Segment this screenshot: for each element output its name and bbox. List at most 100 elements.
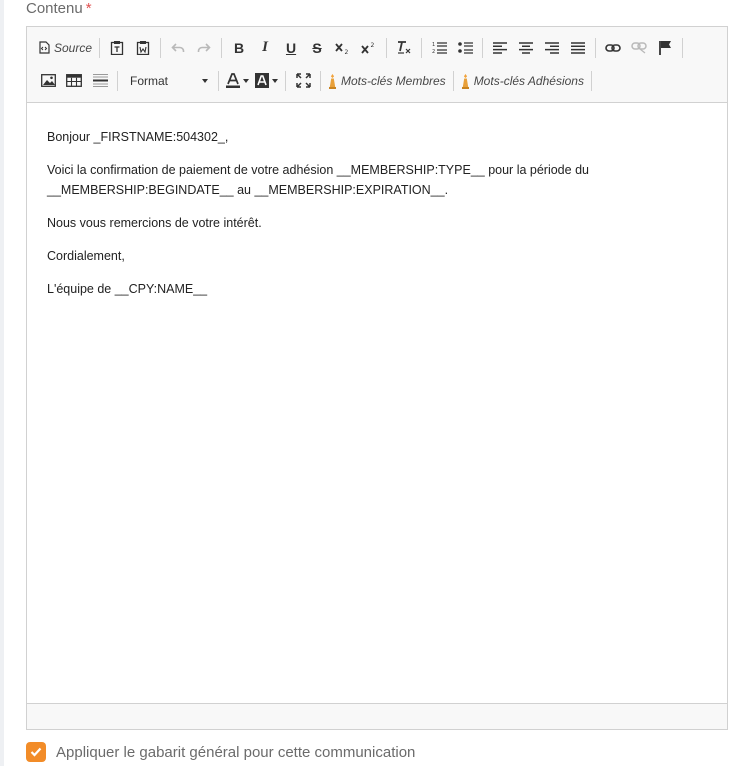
numbered-list-button[interactable]: 12 [426, 35, 452, 61]
content-field-label: Contenu * [26, 0, 92, 19]
toolbar-row-1: Source B I U S 2 2 1 2 [35, 31, 721, 64]
table-button[interactable] [61, 68, 87, 94]
source-button[interactable]: Source [35, 35, 95, 61]
toolbar-separator [595, 37, 597, 58]
undo-icon [171, 42, 185, 54]
paste-text-icon [110, 40, 124, 55]
format-dropdown[interactable]: Format [122, 70, 214, 92]
strike-button[interactable]: S [304, 35, 330, 61]
source-button-label: Source [54, 40, 93, 55]
toolbar-separator [452, 70, 454, 91]
svg-text:2: 2 [432, 49, 435, 54]
superscript-icon: 2 [361, 41, 377, 55]
align-justify-button[interactable] [565, 35, 591, 61]
toolbar-row-2: Format Mots-clés Membres Mots-clés Adhés… [35, 64, 721, 97]
paste-word-button[interactable] [130, 35, 156, 61]
maximize-button[interactable] [290, 68, 316, 94]
toolbar-separator [285, 70, 286, 91]
underline-button[interactable]: U [278, 35, 304, 61]
align-left-icon [493, 41, 508, 54]
apply-template-checkbox[interactable] [26, 742, 46, 762]
italic-icon: I [262, 39, 268, 55]
unlink-button[interactable] [626, 35, 652, 61]
toolbar-separator [320, 70, 321, 91]
align-center-button[interactable] [513, 35, 539, 61]
undo-button[interactable] [165, 35, 191, 61]
content-paragraph: L'équipe de __CPY:NAME__ [47, 282, 208, 296]
numbered-list-icon: 12 [432, 41, 447, 54]
editor-toolbar: Source B I U S 2 2 1 2 Format Mots-clés … [27, 27, 727, 103]
paste-text-button[interactable] [104, 35, 130, 61]
toolbar-separator [221, 37, 223, 58]
toolbar-separator [682, 37, 684, 58]
rich-text-editor: Source B I U S 2 2 1 2 Format Mots-clés … [26, 26, 728, 730]
align-justify-icon [571, 41, 586, 54]
bulleted-list-button[interactable] [452, 35, 478, 61]
keywords-members-label: Mots-clés Membres [341, 73, 446, 88]
underline-icon: U [285, 39, 297, 56]
background-color-icon [255, 73, 269, 88]
apply-template-option[interactable]: Appliquer le gabarit général pour cette … [26, 742, 415, 762]
text-color-button[interactable] [223, 68, 252, 94]
checkmark-icon [30, 747, 42, 757]
flag-icon [658, 40, 672, 55]
toolbar-separator [218, 70, 219, 91]
toolbar-separator [482, 37, 484, 58]
superscript-button[interactable]: 2 [356, 35, 382, 61]
editor-content-area[interactable]: Bonjour _FIRSTNAME:504302_, Voici la con… [27, 103, 727, 703]
page-left-rule [0, 0, 4, 766]
link-button[interactable] [600, 35, 626, 61]
toolbar-separator [160, 37, 162, 58]
text-color-icon [226, 73, 240, 88]
content-paragraph: Nous vous remercions de votre intérêt. [47, 216, 262, 230]
required-marker: * [85, 0, 92, 17]
content-paragraph: Cordialement, [47, 249, 125, 263]
paste-word-icon [136, 40, 150, 55]
source-code-icon [38, 41, 50, 54]
toolbar-separator [386, 37, 388, 58]
redo-button[interactable] [191, 35, 217, 61]
chevron-down-icon [243, 78, 249, 83]
svg-text:2: 2 [345, 49, 349, 55]
keywords-memberships-label: Mots-clés Adhésions [473, 73, 584, 88]
content-label-text: Contenu [26, 0, 83, 17]
chevron-down-icon [272, 78, 278, 83]
keywords-memberships-button[interactable]: Mots-clés Adhésions [458, 68, 587, 94]
bulleted-list-icon [457, 41, 473, 54]
keywords-members-button[interactable]: Mots-clés Membres [325, 68, 449, 94]
link-icon [605, 43, 621, 53]
align-right-button[interactable] [539, 35, 565, 61]
content-paragraph: Voici la confirmation de paiement de vot… [47, 163, 589, 197]
unlink-icon [631, 41, 647, 54]
content-paragraph: Bonjour _FIRSTNAME:504302_, [47, 130, 229, 144]
chevron-down-icon [202, 78, 208, 83]
horizontal-rule-button[interactable] [87, 68, 113, 94]
strikethrough-icon: S [312, 39, 322, 56]
background-color-button[interactable] [252, 68, 281, 94]
horizontal-rule-icon [92, 73, 108, 88]
apply-template-label: Appliquer le gabarit général pour cette … [56, 743, 416, 761]
maximize-icon [295, 73, 311, 88]
editor-status-bar [27, 703, 727, 729]
toolbar-separator [99, 37, 101, 58]
align-left-button[interactable] [487, 35, 513, 61]
subscript-button[interactable]: 2 [330, 35, 356, 61]
toolbar-separator [117, 70, 118, 91]
candle-icon [328, 73, 337, 89]
format-dropdown-label: Format [130, 73, 169, 88]
toolbar-separator [421, 37, 423, 58]
table-icon [66, 74, 82, 87]
image-icon [40, 74, 56, 87]
svg-text:1: 1 [432, 42, 435, 48]
align-right-icon [545, 41, 560, 54]
italic-button[interactable]: I [252, 35, 278, 61]
bold-button[interactable]: B [226, 35, 252, 61]
remove-format-icon [396, 40, 412, 55]
remove-format-button[interactable] [391, 35, 417, 61]
anchor-button[interactable] [652, 35, 678, 61]
bold-icon: B [233, 39, 245, 56]
align-center-icon [519, 41, 534, 54]
image-button[interactable] [35, 68, 61, 94]
toolbar-separator [590, 70, 592, 91]
candle-icon [461, 73, 470, 89]
